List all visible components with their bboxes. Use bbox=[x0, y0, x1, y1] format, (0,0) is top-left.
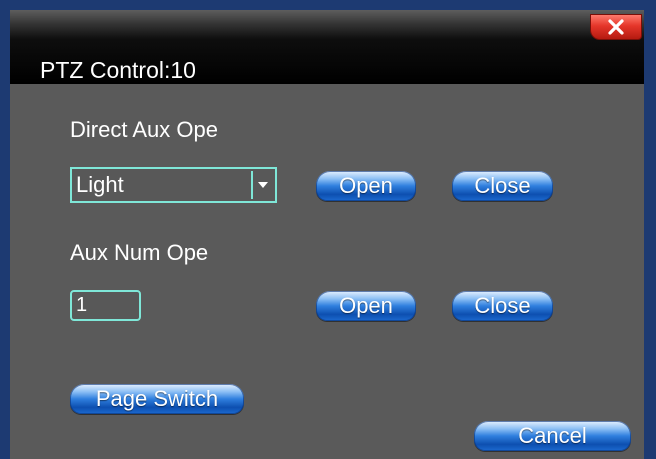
aux-num-open-button[interactable]: Open bbox=[316, 291, 416, 321]
direct-aux-select[interactable]: Light bbox=[70, 167, 277, 203]
aux-num-close-button[interactable]: Close bbox=[452, 291, 553, 321]
dialog-title: PTZ Control:10 bbox=[40, 57, 196, 83]
close-x-icon bbox=[608, 19, 624, 35]
direct-aux-open-button[interactable]: Open bbox=[316, 171, 416, 201]
aux-num-label: Aux Num Ope bbox=[70, 240, 209, 265]
ptz-control-dialog: PTZ Control:10 Direct Aux Ope Light Open… bbox=[10, 10, 644, 459]
title-bar-sheen bbox=[10, 10, 644, 40]
cancel-button[interactable]: Cancel bbox=[474, 421, 631, 451]
chevron-down-icon[interactable] bbox=[251, 171, 273, 199]
direct-aux-select-value: Light bbox=[76, 172, 124, 197]
title-bar[interactable]: PTZ Control:10 bbox=[10, 10, 644, 84]
direct-aux-label: Direct Aux Ope bbox=[70, 117, 218, 142]
page-switch-button[interactable]: Page Switch bbox=[70, 384, 244, 414]
aux-num-input[interactable]: 1 bbox=[70, 290, 141, 321]
direct-aux-close-button[interactable]: Close bbox=[452, 171, 553, 201]
close-button[interactable] bbox=[590, 14, 642, 40]
